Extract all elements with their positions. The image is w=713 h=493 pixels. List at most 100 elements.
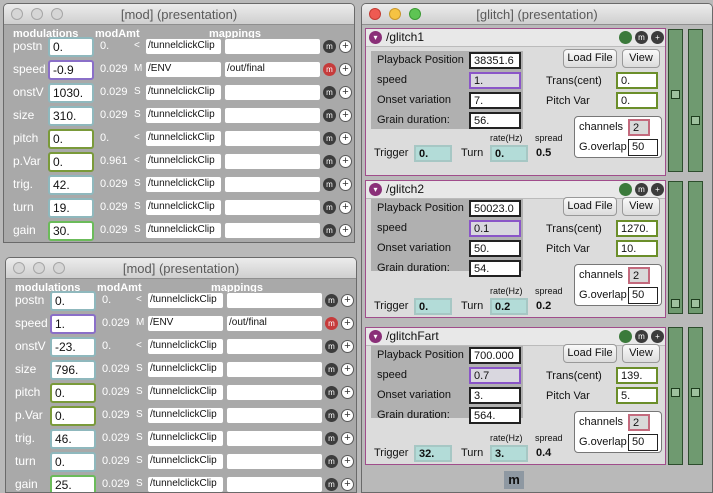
mapping-dest-field[interactable]: /out/final — [226, 315, 323, 332]
mod-amount[interactable]: 0.029 — [102, 432, 130, 444]
add-icon[interactable]: + — [339, 86, 352, 99]
mod-amount[interactable]: 0.029 — [102, 317, 130, 329]
dropdown-icon[interactable]: ▾ — [369, 183, 382, 196]
mapping-source-field[interactable]: /tunnelclickClip — [147, 338, 224, 355]
mapping-source-field[interactable]: /tunnelclickClip — [145, 153, 222, 170]
mod-amount[interactable]: 0. — [102, 340, 111, 352]
mapping-source-field[interactable]: /tunnelclickClip — [147, 384, 224, 401]
channels-field[interactable]: 2 — [628, 414, 650, 431]
add-icon[interactable]: + — [341, 409, 354, 422]
spread-value[interactable]: 0.4 — [536, 447, 551, 459]
mapping-source-field[interactable]: /tunnelclickClip — [147, 453, 224, 470]
mod-amount[interactable]: 0.029 — [102, 363, 130, 375]
speed-field[interactable]: 1. — [469, 72, 521, 89]
mod-type[interactable]: S — [136, 478, 143, 489]
mod-value-field[interactable]: 310. — [48, 106, 94, 126]
channels-field[interactable]: 2 — [628, 119, 650, 136]
load-file-button[interactable]: Load File — [563, 197, 617, 216]
goverlap-field[interactable]: 50 — [628, 139, 658, 156]
mute-icon[interactable]: m — [325, 432, 338, 445]
mute-icon[interactable]: m — [635, 183, 648, 196]
meter-handle[interactable] — [671, 388, 680, 397]
mute-icon[interactable]: m — [323, 201, 336, 214]
mod-type[interactable]: S — [136, 432, 143, 443]
add-icon[interactable]: + — [339, 40, 352, 53]
trigger-field[interactable]: 32. — [414, 445, 452, 462]
mod-type[interactable]: M — [136, 317, 144, 328]
mod-value-field[interactable]: 1030. — [48, 83, 94, 103]
mute-icon[interactable]: m — [323, 86, 336, 99]
mapping-source-field[interactable]: /tunnelclickClip — [147, 476, 224, 492]
mod-window-1-titlebar[interactable]: [mod] (presentation) — [4, 4, 354, 25]
mute-icon[interactable]: m — [325, 386, 338, 399]
mapping-source-field[interactable]: /tunnelclickClip — [145, 107, 222, 124]
mod-value-field[interactable]: 19. — [48, 198, 94, 218]
mapping-source-field[interactable]: /tunnelclickClip — [147, 361, 224, 378]
view-button[interactable]: View — [622, 49, 660, 68]
mapping-dest-field[interactable] — [226, 292, 323, 309]
mod-amount[interactable]: 0.029 — [100, 63, 128, 75]
minimize-icon[interactable] — [389, 8, 401, 20]
mapping-dest-field[interactable] — [226, 361, 323, 378]
status-icon[interactable] — [619, 31, 632, 44]
glitch-window-titlebar[interactable]: [glitch] (presentation) — [362, 4, 712, 25]
close-icon[interactable] — [13, 262, 25, 274]
mapping-dest-field[interactable] — [226, 453, 323, 470]
meter-handle[interactable] — [691, 388, 700, 397]
mod-value-field[interactable]: 1. — [50, 314, 96, 334]
mute-icon[interactable]: m — [323, 40, 336, 53]
mapping-source-field[interactable]: /tunnelclickClip — [145, 176, 222, 193]
mute-icon[interactable]: m — [323, 178, 336, 191]
status-icon[interactable] — [619, 183, 632, 196]
zoom-icon[interactable] — [53, 262, 65, 274]
minimize-icon[interactable] — [33, 262, 45, 274]
add-icon[interactable]: + — [339, 224, 352, 237]
mute-icon[interactable]: m — [325, 317, 338, 330]
view-button[interactable]: View — [622, 197, 660, 216]
mod-type[interactable]: S — [136, 455, 143, 466]
add-icon[interactable]: + — [651, 183, 664, 196]
add-icon[interactable]: + — [341, 386, 354, 399]
add-icon[interactable]: + — [339, 63, 352, 76]
load-file-button[interactable]: Load File — [563, 49, 617, 68]
mod-type[interactable]: < — [134, 40, 140, 51]
mod-value-field[interactable]: -0.9 — [48, 60, 94, 80]
add-icon[interactable]: + — [339, 155, 352, 168]
mapping-dest-field[interactable] — [224, 38, 321, 55]
add-icon[interactable]: + — [651, 330, 664, 343]
goverlap-field[interactable]: 50 — [628, 434, 658, 451]
mod-type[interactable]: S — [134, 86, 141, 97]
mapping-dest-field[interactable] — [224, 222, 321, 239]
add-icon[interactable]: + — [341, 363, 354, 376]
onset-field[interactable]: 3. — [469, 387, 521, 404]
mute-icon[interactable]: m — [325, 455, 338, 468]
mod-amount[interactable]: 0.961 — [100, 155, 128, 167]
meter-handle[interactable] — [671, 299, 680, 308]
mod-type[interactable]: M — [134, 63, 142, 74]
mod-type[interactable]: < — [134, 132, 140, 143]
mod-value-field[interactable]: 42. — [48, 175, 94, 195]
trans-field[interactable]: 139. — [616, 367, 658, 384]
mapping-source-field[interactable]: /tunnelclickClip — [147, 430, 224, 447]
mod-value-field[interactable]: 30. — [48, 221, 94, 241]
mapping-dest-field[interactable] — [226, 338, 323, 355]
mod-type[interactable]: < — [136, 340, 142, 351]
meter-handle[interactable] — [671, 90, 680, 99]
mapping-source-field[interactable]: /tunnelclickClip — [147, 292, 224, 309]
mute-icon[interactable]: m — [325, 340, 338, 353]
meter-handle[interactable] — [691, 116, 700, 125]
mod-amount[interactable]: 0.029 — [100, 86, 128, 98]
playback-position-field[interactable]: 50023.0 — [469, 200, 521, 217]
mod-value-field[interactable]: 0. — [48, 37, 94, 57]
mod-type[interactable]: < — [134, 155, 140, 166]
mute-icon[interactable]: m — [325, 478, 338, 491]
trigger-field[interactable]: 0. — [414, 145, 452, 162]
speed-field[interactable]: 0.1 — [469, 220, 521, 237]
mod-value-field[interactable]: -23. — [50, 337, 96, 357]
mod-value-field[interactable]: 25. — [50, 475, 96, 492]
add-icon[interactable]: + — [341, 317, 354, 330]
rate-field[interactable]: 0.2 — [490, 298, 528, 315]
m-button[interactable]: m — [504, 471, 524, 489]
mapping-dest-field[interactable]: /out/final — [224, 61, 321, 78]
zoom-icon[interactable] — [51, 8, 63, 20]
